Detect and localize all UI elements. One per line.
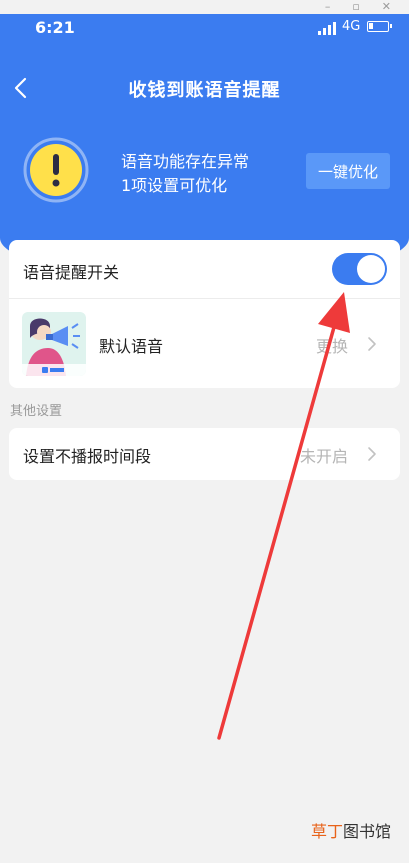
status-time: 6:21	[35, 18, 75, 37]
status-bar: 6:21 4G	[0, 18, 409, 40]
signal-icon	[318, 22, 336, 35]
divider	[9, 298, 400, 299]
warning-icon	[23, 137, 89, 203]
section-label-other: 其他设置	[10, 404, 63, 419]
watermark-part-1: 草丁	[311, 822, 344, 841]
toggle-knob	[357, 255, 385, 283]
default-voice-label: 默认语音	[99, 337, 164, 356]
alert-line-1: 语音功能存在异常	[121, 152, 250, 171]
watermark-part-2: 图书馆	[343, 822, 392, 841]
maximize-icon[interactable]: ▫	[352, 1, 359, 12]
page-title: 收钱到账语音提醒	[128, 80, 281, 101]
no-broadcast-status: 未开启	[300, 447, 349, 466]
close-icon[interactable]: ✕	[382, 1, 391, 12]
window-controls: – ▫ ✕	[0, 0, 409, 14]
chevron-right-icon[interactable]	[367, 446, 377, 462]
no-broadcast-row[interactable]: 设置不播报时间段 未开启	[9, 428, 400, 480]
nav-bar: 收钱到账语音提醒	[0, 66, 409, 110]
one-click-optimize-button[interactable]: 一键优化	[306, 153, 390, 189]
watermark: 草丁图书馆	[311, 818, 391, 842]
change-voice-link[interactable]: 更换	[316, 333, 348, 357]
network-type: 4G	[342, 19, 361, 34]
minimize-icon[interactable]: –	[325, 1, 331, 12]
voice-settings-card: 语音提醒开关 默认语音 更换	[9, 240, 400, 388]
battery-icon	[367, 21, 392, 32]
voice-switch-toggle[interactable]	[332, 253, 387, 285]
voice-switch-label: 语音提醒开关	[23, 263, 120, 282]
alert-line-2: 1项设置可优化	[121, 176, 228, 195]
no-broadcast-label: 设置不播报时间段	[23, 447, 152, 466]
alert-message: 语音功能存在异常 1项设置可优化	[121, 150, 249, 198]
chevron-right-icon[interactable]	[367, 336, 377, 352]
voice-thumbnail-image	[22, 312, 86, 376]
